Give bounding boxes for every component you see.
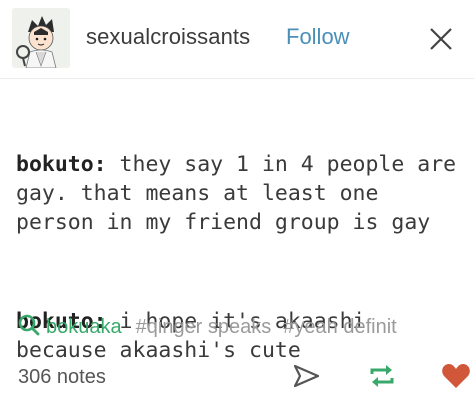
search-icon bbox=[18, 314, 40, 336]
header-divider bbox=[0, 78, 474, 79]
avatar[interactable] bbox=[12, 8, 70, 68]
follow-button[interactable]: Follow bbox=[286, 24, 350, 50]
speaker-label: bokuto: bbox=[16, 152, 107, 177]
notes-count[interactable]: 306 notes bbox=[18, 366, 106, 389]
close-icon[interactable] bbox=[428, 26, 454, 52]
post-footer: 306 notes bbox=[0, 350, 474, 416]
tag-link[interactable]: #qinger speaks bbox=[136, 316, 272, 338]
heart-icon[interactable] bbox=[440, 360, 472, 392]
username-link[interactable]: sexualcroissants bbox=[86, 24, 250, 50]
share-arrow-icon[interactable] bbox=[290, 360, 322, 392]
tag-link[interactable]: bokuaka bbox=[46, 316, 122, 338]
tag-link[interactable]: #yeah definit bbox=[283, 316, 396, 338]
reblog-icon[interactable] bbox=[366, 360, 398, 392]
post-paragraph: bokuto: they say 1 in 4 people are gay. … bbox=[16, 150, 466, 237]
post-header: sexualcroissants Follow bbox=[0, 0, 474, 78]
tag-list: bokuaka #qinger speaks #yeah definit bbox=[18, 314, 474, 344]
